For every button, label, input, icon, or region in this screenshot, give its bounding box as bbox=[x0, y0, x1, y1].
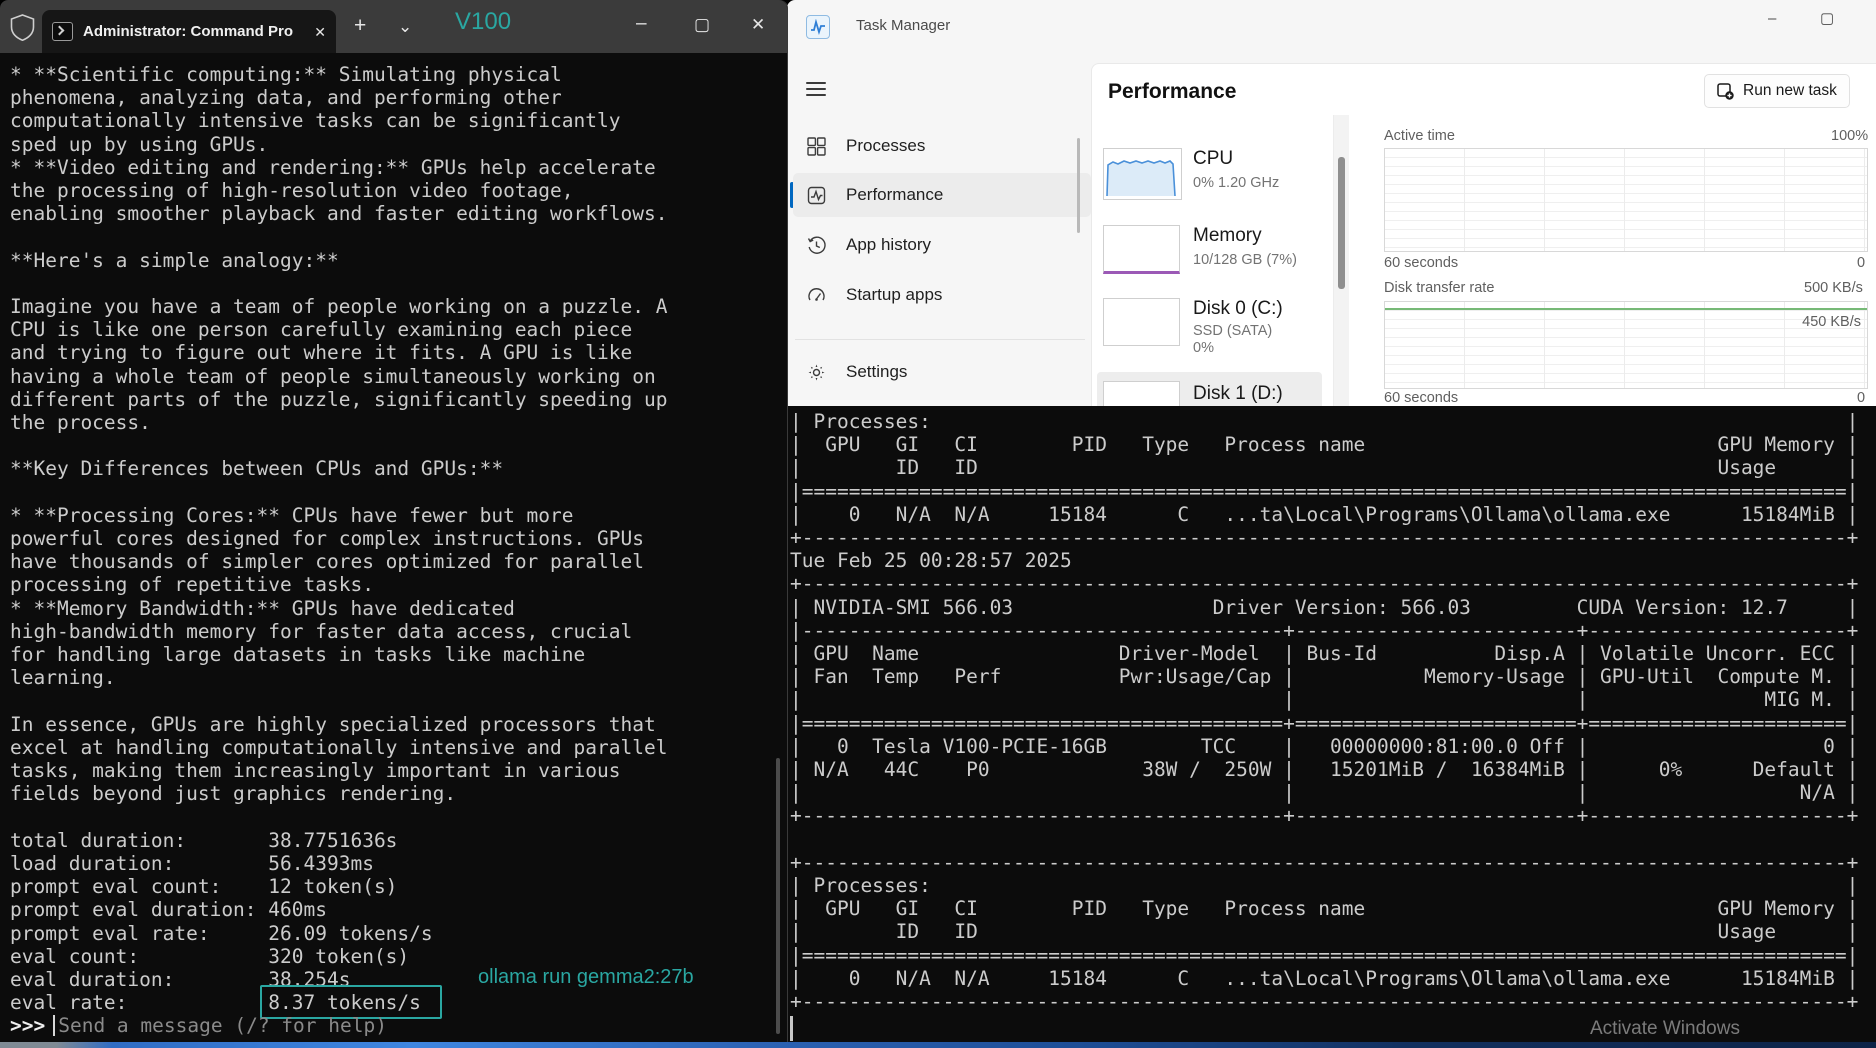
maximize-button[interactable]: ▢ bbox=[694, 16, 710, 33]
transfer-rate-series-line bbox=[1385, 308, 1867, 310]
terminal-tab[interactable]: Administrator: Command Pro ✕ bbox=[42, 10, 336, 53]
command-prompt-icon bbox=[52, 22, 73, 41]
sidebar-item-label: Startup apps bbox=[846, 285, 943, 304]
text-cursor bbox=[53, 1015, 56, 1036]
perf-item-memory[interactable]: Memory 10/128 GB (7%) bbox=[1103, 225, 1343, 283]
terminal-scrollbar-thumb[interactable] bbox=[776, 758, 780, 1034]
sidebar-item-label: Processes bbox=[846, 136, 926, 155]
transfer-rate-max: 500 KB/s bbox=[1804, 280, 1863, 296]
page-title: Performance bbox=[1108, 80, 1237, 103]
perf-list-scrollbar[interactable] bbox=[1333, 115, 1349, 412]
active-time-label: Active time bbox=[1384, 128, 1455, 144]
sidebar-item-startup-apps[interactable]: Startup apps bbox=[793, 273, 1091, 317]
perf-item-name: Disk 1 (D:) bbox=[1193, 383, 1283, 404]
chat-input-placeholder: Send a message (/? for help) bbox=[58, 1014, 387, 1037]
run-new-task-icon bbox=[1717, 82, 1734, 100]
sidebar-item-performance[interactable]: Performance bbox=[793, 173, 1091, 217]
sidebar-scrollbar[interactable] bbox=[1077, 138, 1080, 233]
app-history-icon bbox=[807, 236, 826, 254]
active-time-max: 100% bbox=[1831, 128, 1869, 144]
perf-list-scrollbar-thumb[interactable] bbox=[1338, 157, 1345, 289]
sidebar-item-settings[interactable]: Settings bbox=[793, 350, 1091, 394]
activate-windows-watermark: Activate Windows bbox=[1590, 1018, 1740, 1039]
startup-apps-icon bbox=[808, 287, 825, 301]
perf-item-name: Disk 0 (C:) bbox=[1193, 298, 1283, 319]
admin-shield-icon bbox=[10, 14, 35, 42]
minimize-button[interactable]: – bbox=[1762, 10, 1782, 27]
menu-icon[interactable] bbox=[806, 78, 826, 100]
run-new-task-button[interactable]: Run new task bbox=[1704, 74, 1850, 108]
gpu-terminal-window[interactable]: | Processes: | | GPU GI CI PID Type Proc… bbox=[782, 406, 1876, 1042]
disk0-mini-chart bbox=[1103, 298, 1180, 346]
perf-item-disk0[interactable]: Disk 0 (C:) SSD (SATA) 0% bbox=[1103, 298, 1343, 370]
close-tab-icon[interactable]: ✕ bbox=[314, 25, 326, 39]
tab-dropdown-icon[interactable]: ⌄ bbox=[398, 18, 412, 35]
transfer-rate-label: Disk transfer rate bbox=[1384, 280, 1495, 296]
chat-input-line[interactable]: >>> Send a message (/? for help) bbox=[10, 1014, 387, 1037]
sidebar-item-label: Settings bbox=[846, 362, 908, 381]
memory-mini-chart bbox=[1103, 225, 1180, 274]
active-time-xlabel: 60 seconds bbox=[1384, 255, 1459, 271]
sidebar-item-label: App history bbox=[846, 235, 932, 254]
transfer-rate-current: 450 KB/s bbox=[1802, 314, 1861, 330]
nvidia-smi-output: | Processes: | | GPU GI CI PID Type Proc… bbox=[790, 410, 1859, 1014]
terminal-titlebar[interactable]: Administrator: Command Pro ✕ + ⌄ – ▢ ✕ bbox=[0, 0, 787, 53]
prompt-marker: >>> bbox=[10, 1014, 46, 1037]
perf-item-cpu[interactable]: CPU 0% 1.20 GHz bbox=[1103, 148, 1343, 208]
new-tab-button[interactable]: + bbox=[354, 15, 366, 36]
active-time-min: 0 bbox=[1857, 255, 1866, 271]
sidebar-item-label: Performance bbox=[846, 185, 944, 204]
perf-item-name: CPU bbox=[1193, 148, 1234, 169]
sidebar-item-app-history[interactable]: App history bbox=[793, 223, 1091, 267]
window-title: Task Manager bbox=[856, 17, 951, 34]
sidebar-separator bbox=[795, 339, 1085, 340]
performance-icon bbox=[807, 186, 826, 204]
transfer-rate-chart: 450 KB/s bbox=[1384, 301, 1868, 389]
perf-item-name: Memory bbox=[1193, 225, 1262, 246]
perf-item-detail: SSD (SATA) bbox=[1193, 323, 1273, 339]
close-button[interactable]: ✕ bbox=[1869, 10, 1876, 27]
terminal-window: Administrator: Command Pro ✕ + ⌄ – ▢ ✕ *… bbox=[0, 0, 788, 1042]
perf-item-detail2: 0% bbox=[1193, 340, 1214, 356]
taskbar-strip bbox=[0, 1041, 1876, 1048]
active-time-chart bbox=[1384, 148, 1868, 252]
desktop: Task Manager – ▢ ✕ Processes Performance… bbox=[0, 0, 1876, 1048]
tab-title: Administrator: Command Pro bbox=[83, 23, 294, 40]
sidebar-item-processes[interactable]: Processes bbox=[793, 124, 1091, 168]
cpu-mini-chart bbox=[1103, 148, 1182, 200]
minimize-button[interactable]: – bbox=[636, 14, 647, 33]
v100-annotation: V100 bbox=[455, 8, 512, 35]
close-button[interactable]: ✕ bbox=[751, 16, 765, 33]
transfer-rate-xlabel: 60 seconds bbox=[1384, 390, 1459, 406]
perf-item-detail: 10/128 GB (7%) bbox=[1193, 252, 1297, 268]
maximize-button[interactable]: ▢ bbox=[1814, 10, 1840, 27]
ollama-command-annotation: ollama run gemma2:27b bbox=[478, 966, 694, 988]
gear-icon bbox=[808, 364, 825, 380]
ollama-chat-output: * **Scientific computing:** Simulating p… bbox=[10, 63, 668, 1015]
terminal-cursor bbox=[790, 1016, 793, 1041]
run-new-task-label: Run new task bbox=[1743, 82, 1837, 99]
processes-icon bbox=[807, 136, 826, 156]
perf-item-detail: 0% 1.20 GHz bbox=[1193, 175, 1280, 191]
task-manager-app-icon bbox=[806, 15, 830, 39]
transfer-rate-min: 0 bbox=[1857, 390, 1866, 406]
task-manager-window: Task Manager – ▢ ✕ Processes Performance… bbox=[787, 0, 1876, 413]
